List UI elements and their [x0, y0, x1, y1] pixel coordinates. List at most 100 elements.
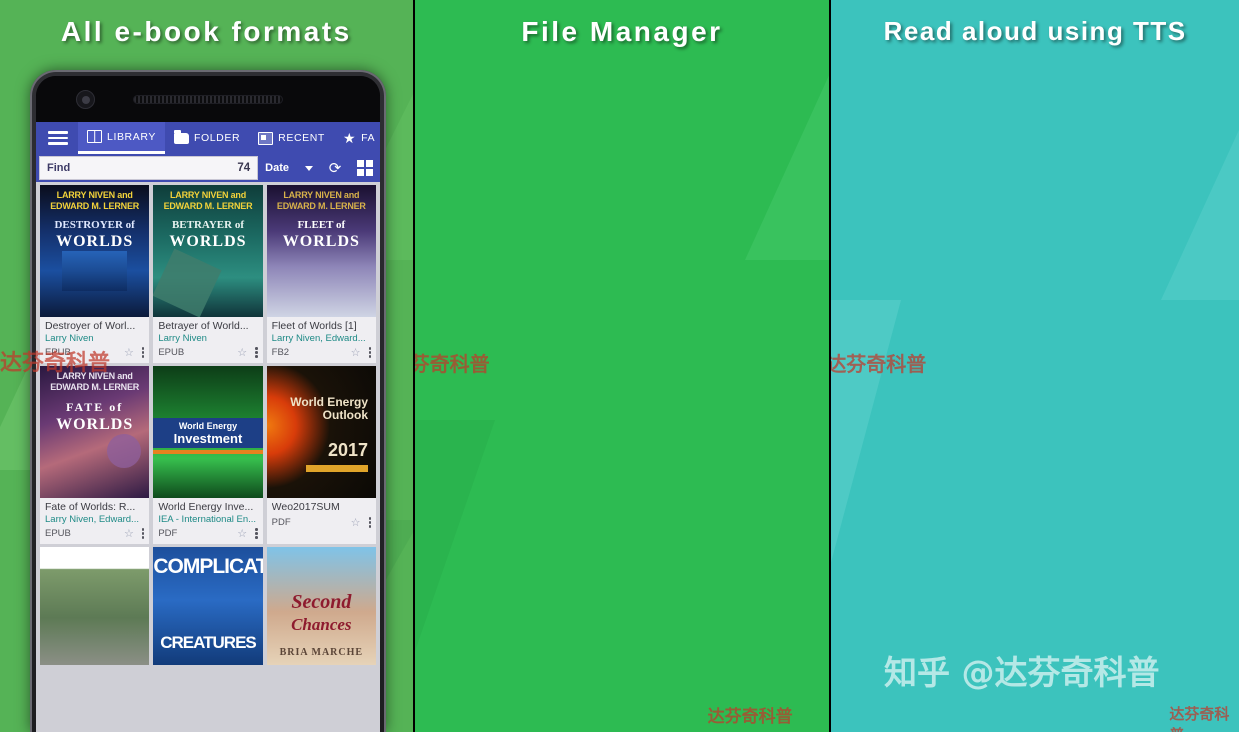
book-footer: EPUB ☆: [158, 346, 258, 359]
book-card[interactable]: LARRY NIVEN and EDWARD M. LERNER BETRAYE…: [153, 185, 263, 363]
decorative-triangle: [744, 40, 830, 260]
book-footer: FB2 ☆: [272, 346, 371, 359]
recent-icon: [258, 131, 274, 145]
star-outline-icon[interactable]: ☆: [351, 346, 361, 359]
overflow-menu-icon[interactable]: [255, 347, 258, 358]
book-card[interactable]: World Energy Outlook 2017 Weo2017SUM PDF: [266, 366, 376, 544]
tab-folder[interactable]: FOLDER: [165, 122, 249, 154]
front-camera-icon: [76, 90, 95, 109]
book-cover: COMPLICATED CREATURES: [153, 547, 263, 665]
book-grid-row: COMPLICATED CREATURES Second Chances BRI…: [36, 544, 380, 665]
cover-author-line: LARRY NIVEN and: [56, 190, 133, 200]
star-icon: ★: [342, 130, 357, 146]
book-author: Larry Niven: [158, 333, 207, 344]
book-footer: EPUB ☆: [45, 346, 145, 359]
cover-author-line2: EDWARD M. LERNER: [276, 201, 366, 211]
book-meta: World Energy Inve... IEA - International…: [153, 498, 262, 544]
book-title: Fleet of Worlds [1]: [271, 320, 357, 332]
tab-recent[interactable]: RECENT: [249, 122, 334, 154]
book-actions: ☆: [237, 527, 258, 540]
cover-author-line: LARRY NIVEN and: [283, 190, 360, 200]
book-footer: PDF ☆: [272, 516, 371, 529]
book-meta: Fleet of Worlds [1] Larry Niven, Edward.…: [267, 317, 376, 363]
cover-title-line: COMPLICATED: [153, 555, 263, 578]
book-author: Larry Niven, Edward...: [45, 514, 139, 525]
overflow-menu-icon[interactable]: [255, 528, 258, 539]
book-cover: LARRY NIVEN and EDWARD M. LERNER FLEET o…: [266, 185, 376, 317]
overflow-menu-icon[interactable]: [368, 347, 371, 358]
cover-title-line: Second: [291, 591, 352, 613]
promo-panel-tts: Read aloud using TTS a block element (i.…: [831, 0, 1239, 732]
phone-screen: LIBRARY FOLDER RECENT ★ FA Find 74 Date …: [36, 122, 380, 732]
cover-title-line: FATE of: [66, 400, 124, 414]
cover-title-line2: CREATURES: [160, 633, 257, 652]
refresh-icon[interactable]: ⟳: [320, 154, 350, 182]
hamburger-icon[interactable]: [36, 122, 78, 154]
book-card[interactable]: LARRY NIVEN and EDWARD M. LERNER FLEET o…: [266, 185, 376, 363]
search-input-label: Find: [47, 162, 71, 174]
book-format: EPUB: [158, 347, 185, 358]
book-cover: LARRY NIVEN and EDWARD M. LERNER DESTROY…: [40, 185, 150, 317]
book-card[interactable]: COMPLICATED CREATURES: [153, 547, 263, 665]
tab-favorites-label: FA: [361, 132, 376, 144]
book-actions: ☆: [124, 346, 145, 359]
decorative-triangle: [1161, 60, 1239, 300]
cover-title-line2: WORLDS: [169, 233, 247, 250]
book-meta: Betrayer of World... Larry Niven EPUB ☆: [153, 317, 262, 363]
book-author: IEA - International En...: [158, 514, 257, 525]
cover-title-line2: WORLDS: [56, 416, 134, 433]
tab-favorites[interactable]: ★ FA: [334, 122, 380, 154]
star-outline-icon[interactable]: ☆: [124, 527, 134, 540]
book-title: Betrayer of World...: [158, 320, 249, 332]
panel-headline: Read aloud using TTS: [883, 16, 1187, 46]
book-grid-row: LARRY NIVEN and EDWARD M. LERNER DESTROY…: [36, 182, 380, 363]
chevron-down-icon: [305, 165, 313, 171]
book-actions: ☆: [237, 346, 258, 359]
star-outline-icon[interactable]: ☆: [237, 527, 247, 540]
overflow-menu-icon[interactable]: [368, 517, 371, 528]
watermark: 达芬奇科普: [707, 707, 793, 727]
book-card[interactable]: World Energy Investment World Energy Inv…: [153, 366, 263, 544]
star-outline-icon[interactable]: ☆: [237, 346, 247, 359]
cover-author-line2: EDWARD M. LERNER: [163, 201, 253, 211]
book-format: FB2: [271, 347, 290, 358]
cover-title-line2: WORLDS: [56, 233, 134, 250]
star-outline-icon[interactable]: ☆: [351, 516, 361, 529]
book-cover: World Energy Investment: [153, 366, 263, 498]
overflow-menu-icon[interactable]: [141, 528, 145, 539]
result-count: 74: [237, 162, 251, 174]
book-cover: [40, 547, 150, 665]
decorative-triangle: [414, 420, 495, 680]
decorative-triangle: [831, 300, 902, 600]
book-meta: Weo2017SUM PDF ☆: [267, 498, 376, 533]
book-actions: ☆: [351, 516, 371, 529]
cover-title-line2: WORLDS: [282, 233, 360, 250]
star-outline-icon[interactable]: ☆: [124, 346, 134, 359]
book-card[interactable]: LARRY NIVEN and EDWARD M. LERNER DESTROY…: [40, 185, 150, 363]
promo-panel-library: All e-book formats LIBRARY FOLDER RECENT…: [0, 0, 413, 732]
promo-panel-filemanager: File Manager Y FOLDER: [414, 0, 830, 732]
tab-library-label: LIBRARY: [107, 130, 156, 143]
tab-library[interactable]: LIBRARY: [78, 122, 165, 154]
book-cover: LARRY NIVEN and EDWARD M. LERNER FATE of…: [40, 366, 150, 498]
tab-recent-label: RECENT: [278, 132, 325, 144]
sort-dropdown[interactable]: Date: [258, 154, 320, 182]
book-footer: PDF ☆: [158, 527, 258, 540]
cover-title-line: World Energy Outlook: [290, 395, 368, 422]
book-card[interactable]: LARRY NIVEN and EDWARD M. LERNER FATE of…: [40, 366, 150, 544]
book-author: Larry Niven: [45, 333, 94, 344]
library-appbar: LIBRARY FOLDER RECENT ★ FA: [36, 122, 380, 154]
cover-subtitle: BRIA MARCHE: [279, 647, 364, 658]
book-grid-row: LARRY NIVEN and EDWARD M. LERNER FATE of…: [36, 363, 380, 544]
overflow-menu-icon[interactable]: [141, 347, 145, 358]
cover-title-line: DESTROYER of: [54, 219, 135, 231]
book-grid[interactable]: LARRY NIVEN and EDWARD M. LERNER DESTROY…: [36, 182, 380, 732]
cover-title-line2: Chances: [291, 615, 352, 634]
grid-view-icon[interactable]: [350, 154, 380, 182]
cover-author-line: LARRY NIVEN and: [56, 371, 133, 381]
search-input[interactable]: Find 74: [39, 156, 259, 180]
book-actions: ☆: [351, 346, 371, 359]
book-card[interactable]: [40, 547, 150, 665]
cover-title-line2: 2017: [327, 440, 368, 460]
book-card[interactable]: Second Chances BRIA MARCHE: [266, 547, 376, 665]
